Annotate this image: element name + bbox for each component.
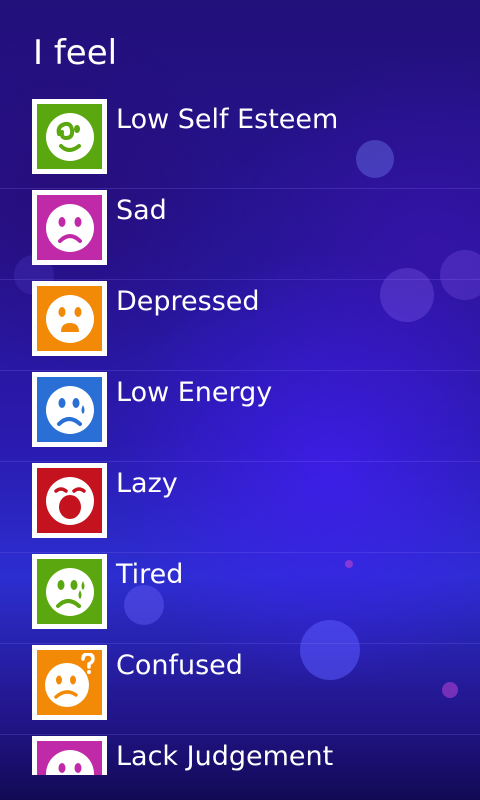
list-item-low-self-esteem[interactable]: Low Self Esteem bbox=[0, 98, 480, 189]
feeling-tile bbox=[32, 372, 107, 447]
feeling-label: Depressed bbox=[116, 286, 260, 317]
feeling-tile bbox=[32, 281, 107, 356]
feeling-tile bbox=[32, 99, 107, 174]
face-icon bbox=[45, 749, 94, 775]
sad-face-icon bbox=[45, 203, 94, 252]
feeling-label: Lack Judgement bbox=[116, 741, 334, 772]
list-item-tired[interactable]: Tired bbox=[0, 553, 480, 644]
feeling-tile bbox=[32, 554, 107, 629]
list-item-confused[interactable]: Confused bbox=[0, 644, 480, 735]
list-item-low-energy[interactable]: Low Energy bbox=[0, 371, 480, 462]
feeling-tile bbox=[32, 190, 107, 265]
list-item-lazy[interactable]: Lazy bbox=[0, 462, 480, 553]
feelings-screen: I feel Low Self Esteem Sad Depressed Low… bbox=[0, 0, 480, 800]
feeling-tile bbox=[32, 463, 107, 538]
feeling-label: Confused bbox=[116, 650, 243, 681]
feeling-label: Lazy bbox=[116, 468, 178, 499]
list-item-lack-judgement[interactable]: Lack Judgement bbox=[0, 735, 480, 775]
page-title: I feel bbox=[33, 33, 118, 73]
feeling-label: Sad bbox=[116, 195, 167, 226]
sweating-face-icon bbox=[45, 567, 94, 616]
crying-face-icon bbox=[45, 385, 94, 434]
yawning-face-icon bbox=[45, 476, 94, 525]
depressed-face-icon bbox=[45, 294, 94, 343]
feeling-tile bbox=[32, 645, 107, 720]
list-item-sad[interactable]: Sad bbox=[0, 189, 480, 280]
embarrassed-face-icon bbox=[45, 112, 94, 161]
feeling-label: Low Energy bbox=[116, 377, 273, 408]
feeling-label: Low Self Esteem bbox=[116, 104, 339, 135]
confused-face-icon bbox=[44, 652, 95, 707]
feelings-list[interactable]: Low Self Esteem Sad Depressed Low Energy… bbox=[0, 98, 480, 775]
list-item-depressed[interactable]: Depressed bbox=[0, 280, 480, 371]
feeling-label: Tired bbox=[116, 559, 184, 590]
feeling-tile bbox=[32, 736, 107, 775]
